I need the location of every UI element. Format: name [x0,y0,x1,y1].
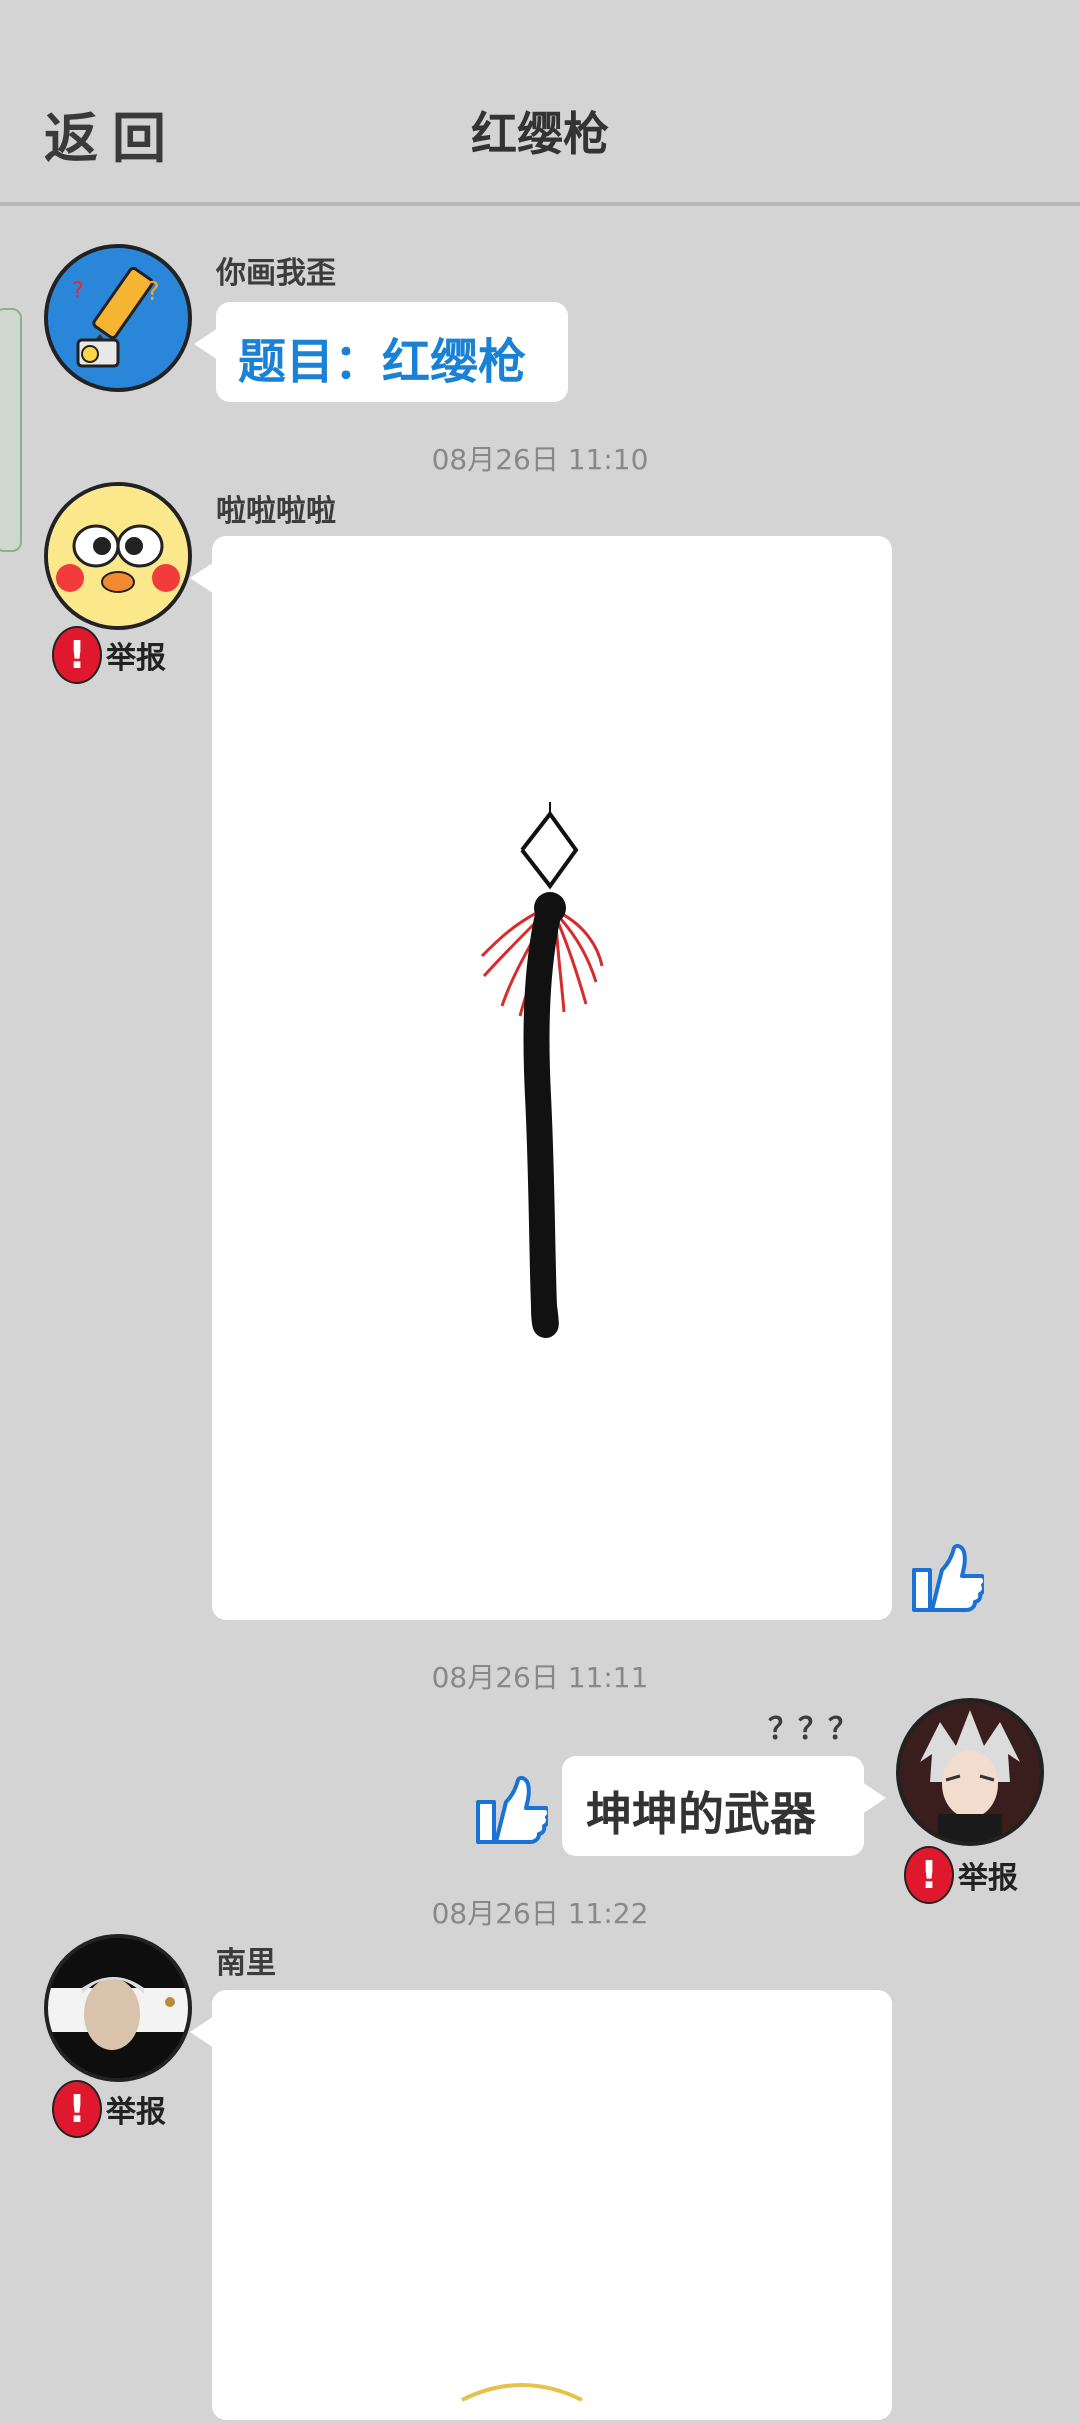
pencil-icon: ? ? [48,248,188,388]
avatar-system[interactable]: ? ? [44,244,192,392]
avatar-photo[interactable] [44,1934,192,2082]
page-title: 红缨枪 [471,107,609,161]
top-bar: 返回 红缨枪 [0,0,1080,206]
timestamp: 08月26日 11:11 [431,1661,649,1694]
header-divider [0,202,1080,206]
drawing-preview [461,2383,583,2402]
avatar-chick[interactable] [44,482,192,630]
topic-bubble: 题目：红缨枪 [194,302,568,402]
exclamation-icon: ! [52,2080,102,2138]
timestamp: 08月26日 11:10 [431,443,649,476]
chick-avatar-icon [48,486,188,626]
sender-name: 南里 [216,1946,276,1981]
avatar-anime[interactable] [896,1698,1044,1846]
thumbs-up-icon[interactable] [468,1760,548,1850]
report-button[interactable]: ! 举报 [52,626,166,684]
side-drawer-handle[interactable] [0,308,22,552]
svg-text:?: ? [146,277,160,307]
topic-text: 题目：红缨枪 [238,334,527,390]
timestamp: 08月26日 11:22 [431,1897,649,1930]
message-text: 坤坤的武器 [586,1787,816,1841]
drawing-bubble[interactable] [190,536,892,1620]
anime-avatar-icon [900,1702,1040,1842]
sender-name: 你画我歪 [216,256,336,291]
spear-drawing [480,802,604,1338]
report-button[interactable]: ! 举报 [52,2080,166,2138]
exclamation-icon: ! [52,626,102,684]
svg-text:?: ? [72,279,84,304]
thumbs-up-icon[interactable] [904,1528,984,1618]
sender-name: 啦啦啦啦 [216,494,336,529]
message-bubble: 坤坤的武器 [562,1756,886,1856]
sender-name: ？？？ [768,1712,858,1747]
drawing-bubble[interactable] [190,1990,892,2420]
photo-avatar-icon [48,1938,188,2078]
